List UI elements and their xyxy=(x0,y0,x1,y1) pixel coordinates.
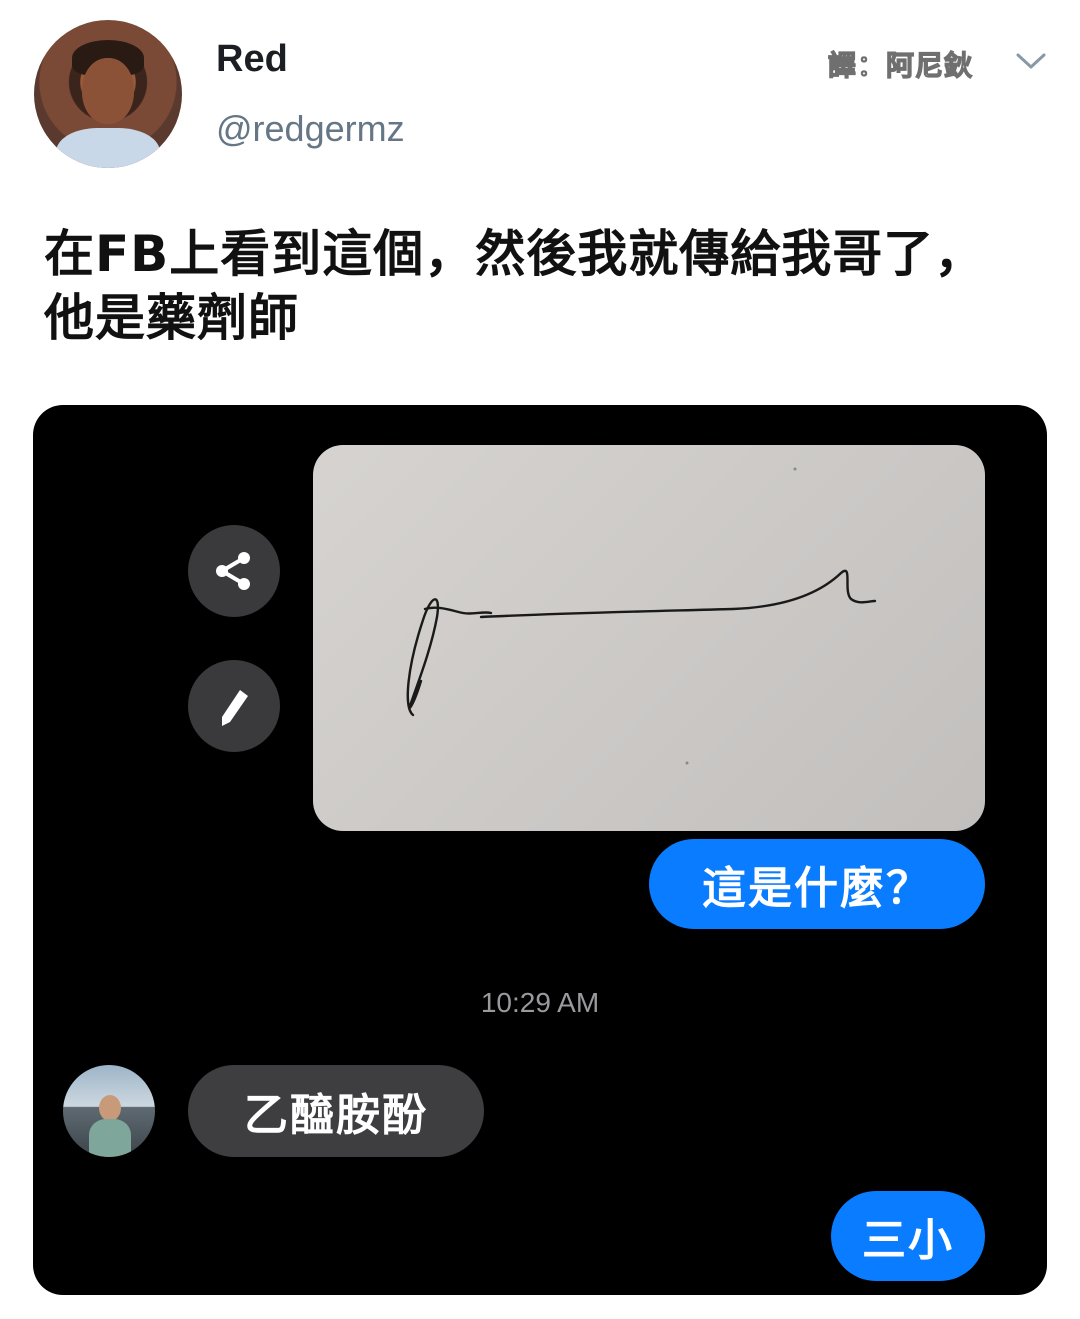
sent-message-bubble-final[interactable]: 三小 xyxy=(831,1191,985,1281)
tweet-text-line: 他是藥劑師 xyxy=(44,289,299,347)
received-message-bubble[interactable]: 乙醯胺酚 xyxy=(188,1065,484,1157)
signature-photo[interactable] xyxy=(313,445,985,831)
author-avatar[interactable] xyxy=(34,20,182,168)
author-name[interactable]: Red xyxy=(216,38,288,81)
chevron-down-icon[interactable] xyxy=(1014,50,1048,72)
friend-avatar-body xyxy=(89,1119,131,1157)
share-icon xyxy=(216,552,250,590)
message-timestamp: 10:29 AM xyxy=(480,987,600,1018)
chat-screenshot: 這是什麼？ 10:29 AM 乙醯胺酚 三小 xyxy=(33,405,1047,1295)
avatar-shirt xyxy=(56,128,160,168)
tweet-text: 在FB上看到這個，然後我就傳給我哥了， 他是藥劑師 xyxy=(44,222,1054,350)
friend-avatar[interactable] xyxy=(63,1065,155,1157)
share-button[interactable] xyxy=(188,525,280,617)
author-handle[interactable]: @redgermz xyxy=(216,108,405,150)
edit-button[interactable] xyxy=(188,660,280,752)
sent-message-bubble[interactable]: 這是什麼？ xyxy=(649,839,985,929)
signature-scribble xyxy=(406,467,877,765)
tweet-text-line: 在FB上看到這個，然後我就傳給我哥了， xyxy=(44,225,986,283)
translator-credit-watermark: 譯：阿尼鈥 xyxy=(827,48,974,82)
pencil-icon xyxy=(222,690,248,726)
friend-avatar-head xyxy=(99,1095,121,1121)
avatar-face xyxy=(82,58,134,124)
